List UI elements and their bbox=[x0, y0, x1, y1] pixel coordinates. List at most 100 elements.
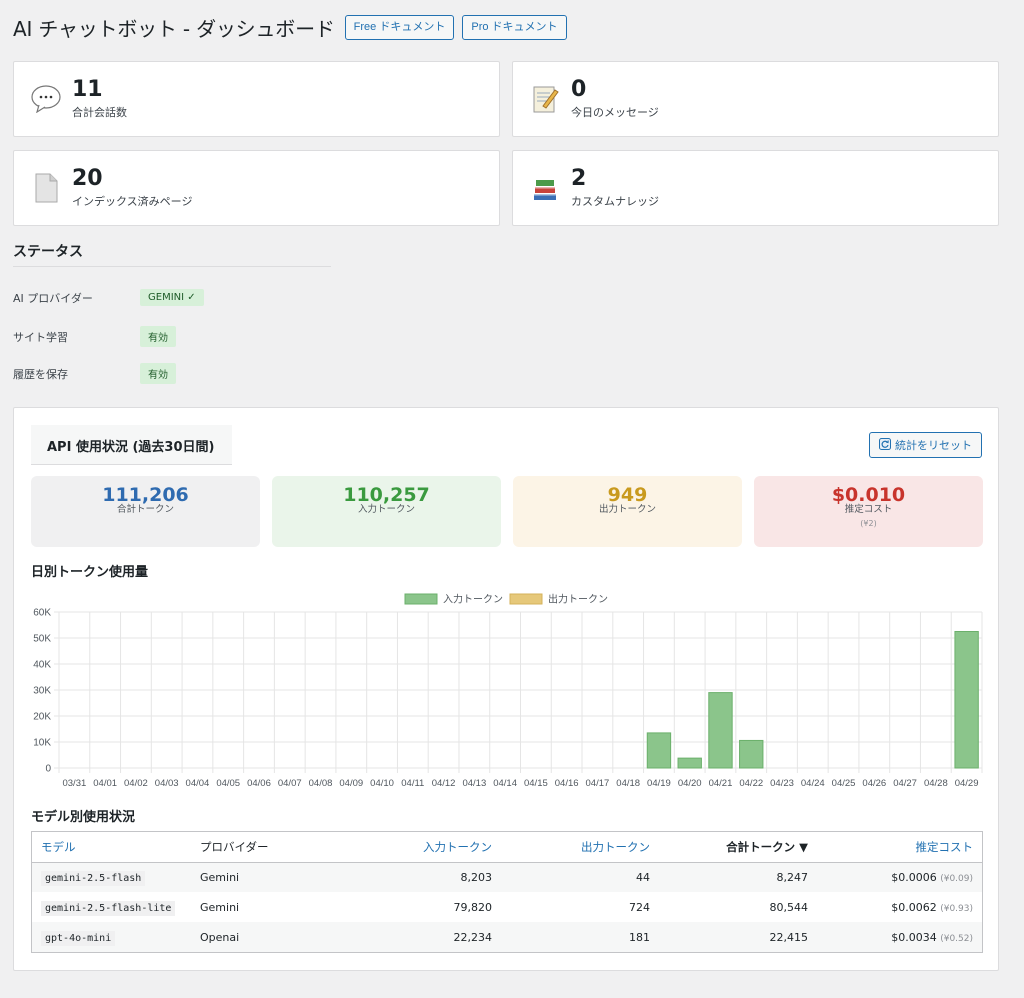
model-code: gemini-2.5-flash-lite bbox=[41, 900, 176, 916]
col-header-cost[interactable]: 推定コスト bbox=[817, 832, 982, 863]
x-tick-label: 04/01 bbox=[93, 778, 117, 789]
input-cell: 22,234 bbox=[341, 922, 501, 952]
cost-value: $0.0034 bbox=[891, 930, 937, 944]
x-tick-label: 04/22 bbox=[739, 778, 763, 789]
x-tick-label: 04/02 bbox=[124, 778, 148, 789]
page-header: AI チャットボット - ダッシュボード Free ドキュメント Pro ドキュ… bbox=[13, 13, 567, 42]
speech-bubble-icon bbox=[30, 83, 62, 115]
y-tick-label: 60K bbox=[33, 608, 51, 619]
memo-icon bbox=[529, 83, 561, 115]
x-tick-label: 04/15 bbox=[524, 778, 548, 789]
bar-input-tokens bbox=[739, 739, 764, 769]
cost-yen: (¥0.52) bbox=[940, 933, 973, 944]
x-tick-label: 04/23 bbox=[770, 778, 794, 789]
books-icon bbox=[529, 172, 561, 204]
status-row-provider: AI プロバイダー GEMINI ✓ bbox=[13, 289, 204, 306]
cost-cell: $0.0062 (¥0.93) bbox=[817, 892, 982, 922]
bar-input-tokens bbox=[708, 692, 733, 769]
x-tick-label: 04/27 bbox=[893, 778, 917, 789]
stat-card-custom-knowledge: 2 カスタムナレッジ bbox=[512, 150, 999, 226]
model-cell: gemini-2.5-flash bbox=[32, 862, 191, 892]
x-tick-label: 03/31 bbox=[62, 778, 86, 789]
total-cell: 8,247 bbox=[659, 862, 817, 892]
pro-doc-button[interactable]: Pro ドキュメント bbox=[462, 15, 567, 40]
x-tick-label: 04/20 bbox=[678, 778, 702, 789]
x-tick-label: 04/07 bbox=[278, 778, 302, 789]
y-tick-label: 20K bbox=[33, 712, 51, 723]
provider-cell: Gemini bbox=[200, 900, 240, 914]
model-cell: gemini-2.5-flash-lite bbox=[32, 892, 191, 922]
x-tick-label: 04/12 bbox=[432, 778, 456, 789]
cost-cell: $0.0034 (¥0.52) bbox=[817, 922, 982, 952]
x-tick-label: 04/06 bbox=[247, 778, 271, 789]
x-tick-label: 04/09 bbox=[339, 778, 363, 789]
legend-swatch bbox=[509, 593, 543, 605]
input-cell: 79,820 bbox=[453, 900, 493, 914]
x-tick-label: 04/10 bbox=[370, 778, 394, 789]
cost-yen: (¥0.09) bbox=[940, 873, 973, 884]
y-tick-label: 30K bbox=[33, 686, 51, 697]
table-row: gpt-4o-mini Openai 22,234 181 22,415 $0.… bbox=[32, 922, 982, 952]
model-usage-table: モデル プロバイダー 入力トークン 出力トークン 合計トークン ▼ 推定コスト … bbox=[31, 831, 983, 953]
col-header-total[interactable]: 合計トークン ▼ bbox=[659, 832, 817, 863]
stat-value: 20 bbox=[72, 166, 103, 191]
cost-value: $0.0006 bbox=[891, 870, 937, 884]
stat-value: 0 bbox=[571, 77, 587, 102]
stat-card-indexed-pages: 20 インデックス済みページ bbox=[13, 150, 500, 226]
x-tick-label: 04/17 bbox=[586, 778, 610, 789]
col-header-provider: プロバイダー bbox=[191, 832, 341, 863]
x-tick-label: 04/05 bbox=[216, 778, 240, 789]
bar-input-tokens bbox=[677, 757, 702, 769]
cost-cell: $0.0006 (¥0.09) bbox=[817, 862, 982, 892]
table-row: gemini-2.5-flash Gemini 8,203 44 8,247 $… bbox=[32, 862, 982, 892]
x-tick-label: 04/16 bbox=[555, 778, 579, 789]
x-tick-label: 04/11 bbox=[401, 778, 424, 789]
status-key: サイト学習 bbox=[13, 330, 68, 344]
bar-input-tokens bbox=[954, 631, 979, 769]
stat-card-conversations: 11 合計会話数 bbox=[13, 61, 500, 137]
status-badge: GEMINI ✓ bbox=[140, 289, 204, 306]
total-cell: 22,415 bbox=[659, 922, 817, 952]
col-header-output[interactable]: 出力トークン bbox=[501, 832, 659, 863]
stat-label: 今日のメッセージ bbox=[571, 106, 659, 119]
x-tick-label: 04/29 bbox=[955, 778, 979, 789]
api-usage-panel: API 使用状況 (過去30日間) 統計をリセット 111,206 合計トークン… bbox=[13, 407, 999, 971]
legend-label: 入力トークン bbox=[443, 593, 503, 606]
free-doc-button[interactable]: Free ドキュメント bbox=[344, 15, 455, 40]
model-code: gemini-2.5-flash bbox=[41, 870, 146, 886]
stat-label: インデックス済みページ bbox=[72, 195, 193, 208]
x-tick-label: 04/19 bbox=[647, 778, 671, 789]
model-usage-title: モデル別使用状況 bbox=[31, 810, 136, 825]
y-tick-label: 0 bbox=[45, 764, 51, 775]
col-header-input[interactable]: 入力トークン bbox=[341, 832, 501, 863]
status-badge: 有効 bbox=[140, 363, 176, 384]
x-tick-label: 04/25 bbox=[832, 778, 856, 789]
cost-yen: (¥0.93) bbox=[940, 903, 973, 914]
provider-cell: Gemini bbox=[191, 862, 341, 892]
status-row-save-history: 履歴を保存 有効 bbox=[13, 363, 176, 384]
bar-input-tokens bbox=[646, 732, 672, 769]
y-tick-label: 50K bbox=[33, 634, 51, 645]
status-key: 履歴を保存 bbox=[13, 367, 68, 381]
divider bbox=[13, 266, 331, 267]
y-tick-label: 40K bbox=[33, 660, 51, 671]
legend-label: 出力トークン bbox=[548, 593, 608, 606]
x-tick-label: 04/14 bbox=[493, 778, 517, 789]
x-tick-label: 04/13 bbox=[462, 778, 486, 789]
col-header-model[interactable]: モデル bbox=[32, 832, 191, 863]
model-cell: gpt-4o-mini bbox=[32, 922, 191, 952]
daily-token-chart: 0 10K 20K 30K 40K 50K 60K 03/31 04/01 04/02 04/03 0… bbox=[33, 593, 983, 789]
stat-value: 11 bbox=[72, 77, 103, 102]
input-cell: 8,203 bbox=[341, 862, 501, 892]
legend-swatch bbox=[404, 593, 438, 605]
page-title: AI チャットボット - ダッシュボード bbox=[13, 17, 335, 41]
status-title: ステータス bbox=[13, 244, 83, 260]
table-row: gemini-2.5-flash-lite Gemini 79,820 724 … bbox=[32, 892, 982, 922]
x-tick-label: 04/04 bbox=[186, 778, 210, 789]
x-tick-label: 04/24 bbox=[801, 778, 825, 789]
stat-label: カスタムナレッジ bbox=[571, 195, 659, 208]
status-key: AI プロバイダー bbox=[13, 291, 93, 305]
status-row-site-learning: サイト学習 有効 bbox=[13, 326, 176, 347]
y-tick-label: 10K bbox=[33, 738, 51, 749]
status-badge: 有効 bbox=[140, 326, 176, 347]
